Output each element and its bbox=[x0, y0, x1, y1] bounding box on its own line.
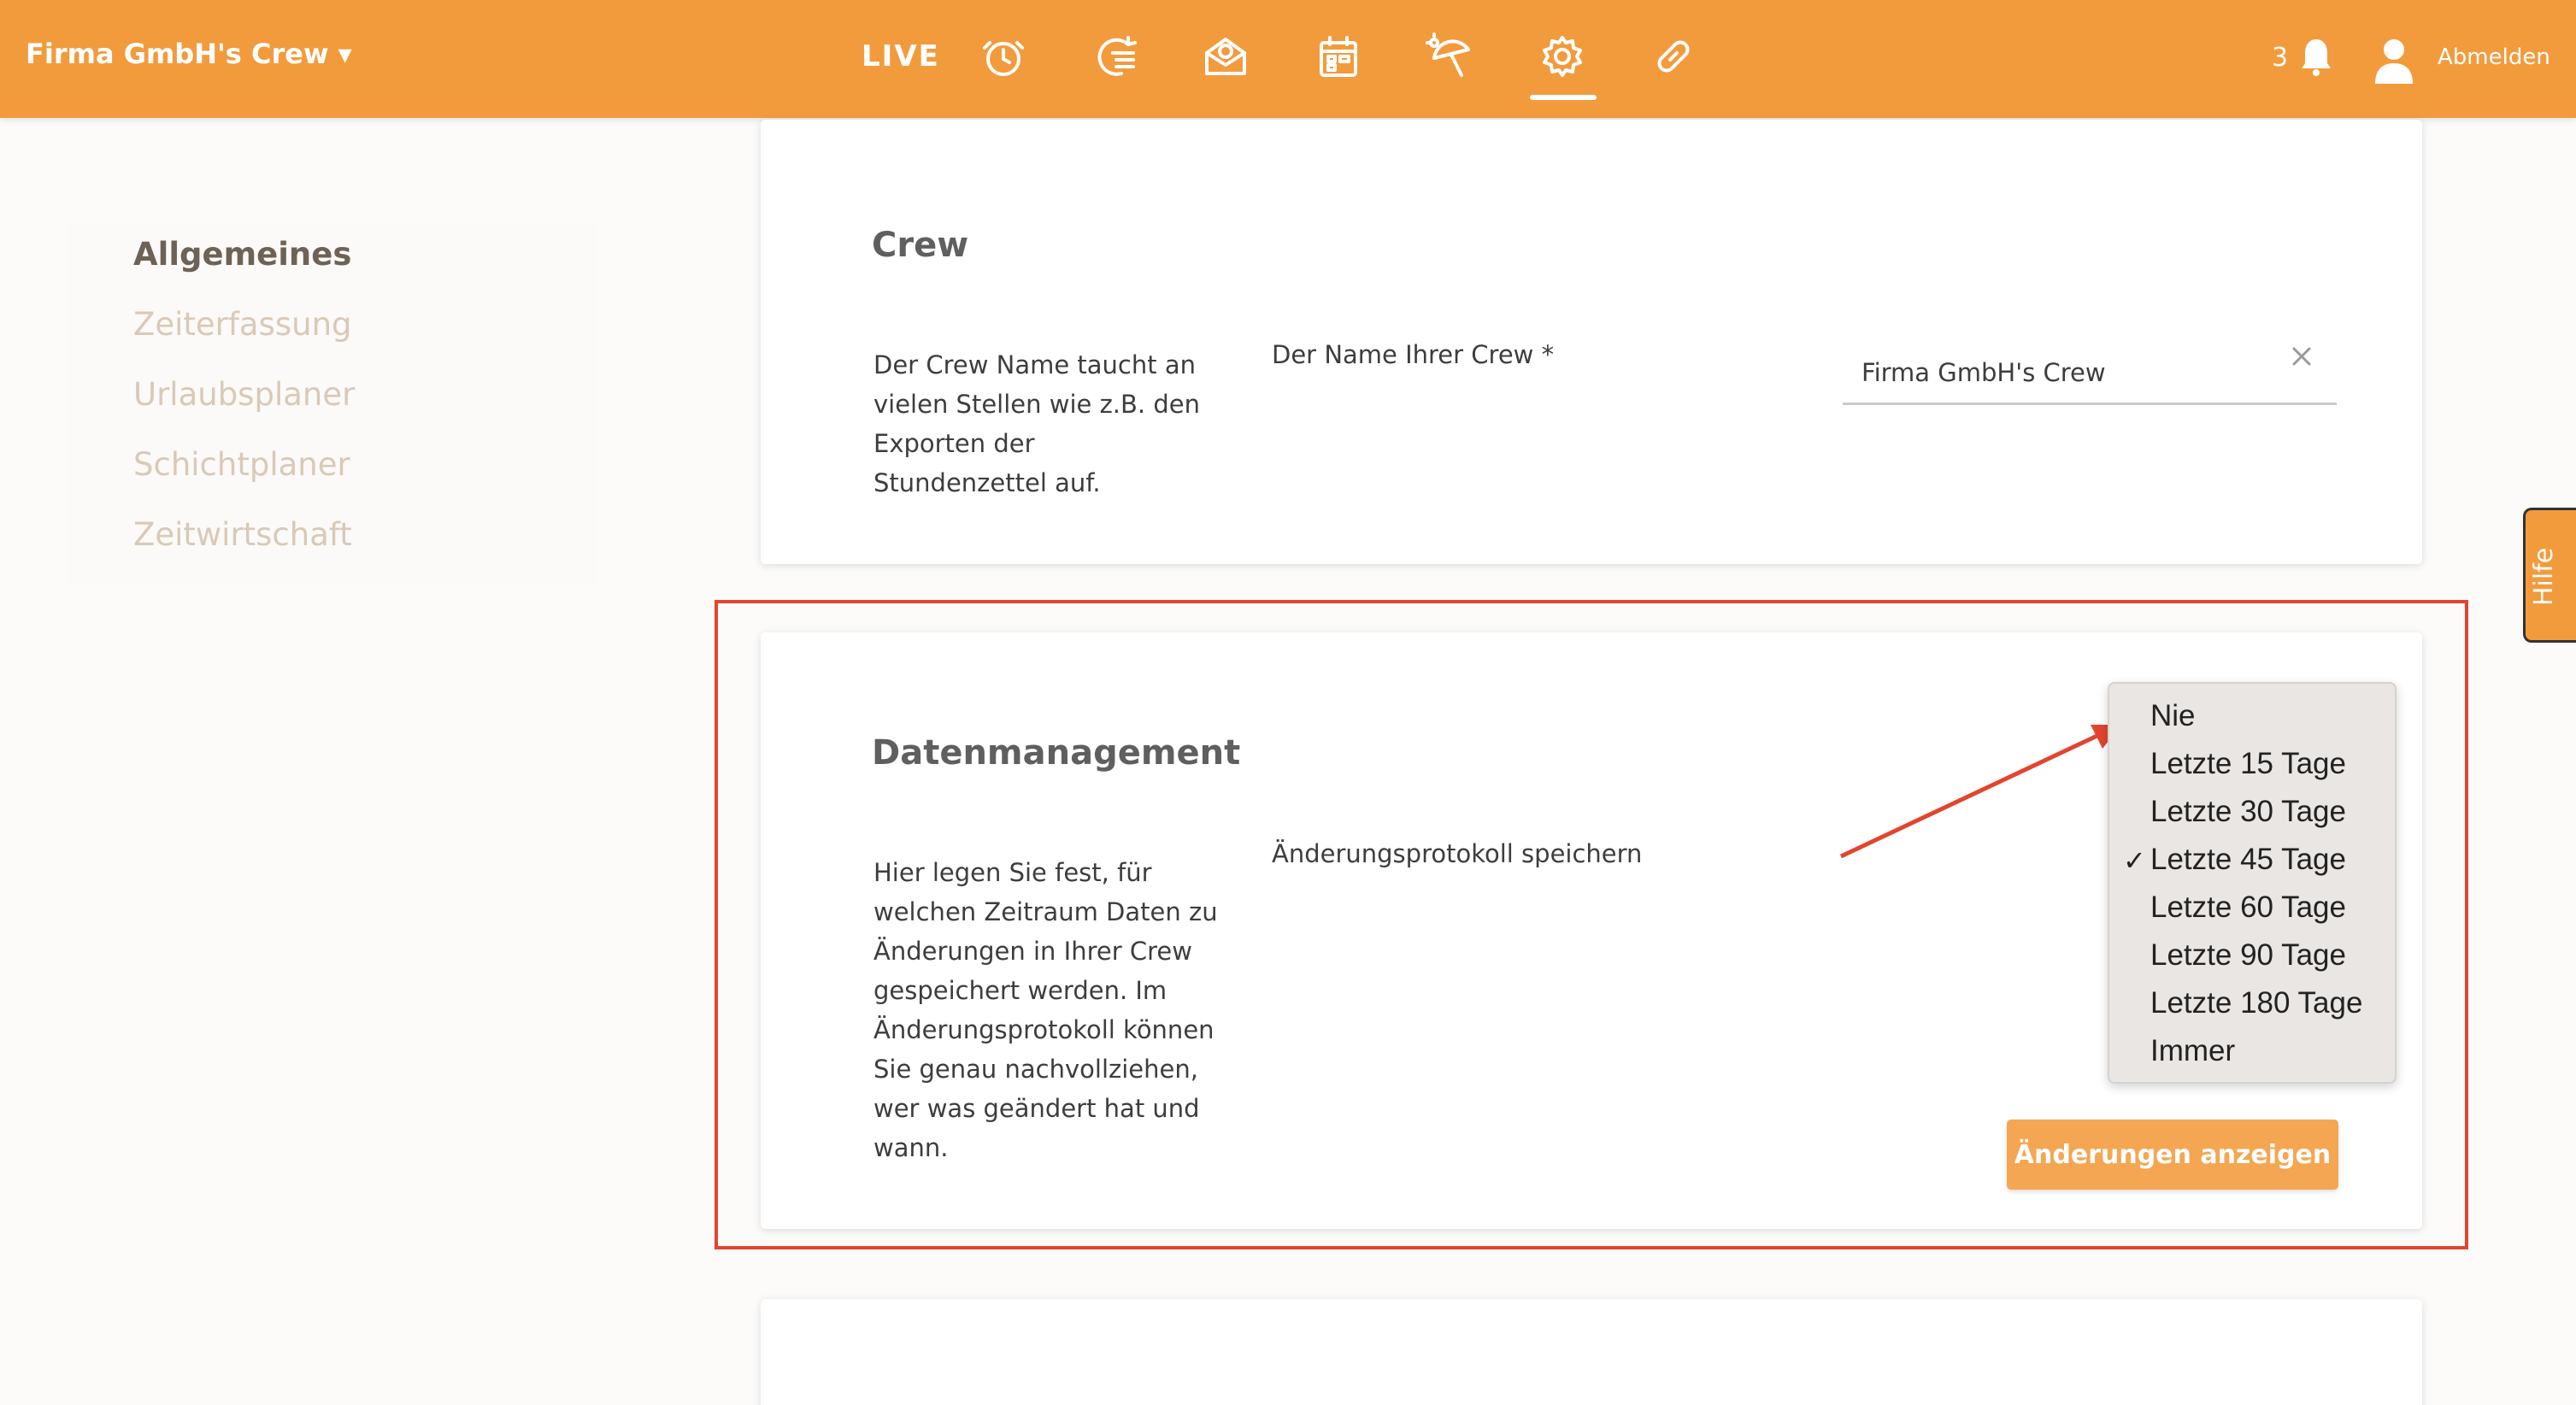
clock-icon[interactable] bbox=[979, 32, 1027, 80]
sidebar-item-allgemeines[interactable]: Allgemeines bbox=[133, 236, 351, 273]
sidebar-item-zeitwirtschaft[interactable]: Zeitwirtschaft bbox=[133, 516, 352, 553]
sidebar-item-schichtplaner[interactable]: Schichtplaner bbox=[133, 446, 350, 483]
calendar-icon[interactable] bbox=[1314, 32, 1362, 80]
annotation-highlight-box bbox=[715, 600, 2468, 1249]
sidebar-item-zeiterfassung[interactable]: Zeiterfassung bbox=[133, 306, 352, 343]
crew-switcher[interactable]: Firma GmbH's Crew ▾ bbox=[26, 38, 352, 70]
crew-card-title: Crew bbox=[872, 226, 969, 265]
crew-name-label: Der Name Ihrer Crew * bbox=[1272, 340, 1555, 369]
notification-count[interactable]: 3 bbox=[2272, 43, 2288, 73]
nav-live[interactable]: LIVE bbox=[862, 39, 940, 73]
timeline-icon[interactable] bbox=[1091, 32, 1138, 80]
logout-link[interactable]: Abmelden bbox=[2438, 44, 2550, 70]
active-tab-indicator bbox=[1530, 95, 1597, 100]
user-avatar-icon[interactable] bbox=[2373, 36, 2415, 84]
crew-card-description: Der Crew Name taucht an vielen Stellen w… bbox=[873, 350, 1200, 497]
gear-icon[interactable] bbox=[1538, 32, 1586, 80]
help-tab-label: Hilfe bbox=[2529, 547, 2559, 606]
link-icon[interactable] bbox=[1650, 32, 1697, 80]
beach-umbrella-icon[interactable] bbox=[1426, 32, 1473, 80]
sidebar-item-urlaubsplaner[interactable]: Urlaubsplaner bbox=[133, 376, 355, 413]
crew-name-input[interactable] bbox=[1843, 342, 2337, 405]
next-settings-card bbox=[761, 1299, 2422, 1405]
envelope-euro-icon[interactable] bbox=[1202, 32, 1250, 80]
top-navigation-bar: Firma GmbH's Crew ▾ LIVE 3 Abmelden bbox=[0, 0, 2576, 118]
help-tab[interactable]: Hilfe bbox=[2523, 508, 2576, 643]
bell-icon[interactable] bbox=[2299, 36, 2333, 77]
clear-icon[interactable] bbox=[2291, 345, 2313, 367]
settings-sidebar: Allgemeines Zeiterfassung Urlaubsplaner … bbox=[67, 224, 597, 583]
